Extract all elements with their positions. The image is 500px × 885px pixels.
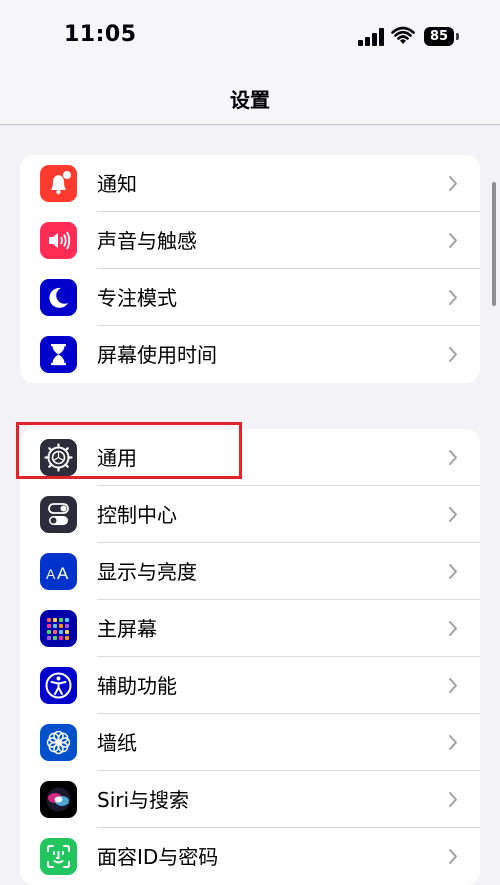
settings-row-label: 辅助功能: [97, 674, 177, 698]
status-time: 11:05: [64, 22, 137, 47]
settings-row-label: 屏幕使用时间: [97, 343, 217, 367]
siri-icon: [40, 781, 77, 818]
accessibility-icon: [40, 667, 77, 704]
text-size-icon: A A: [40, 553, 77, 590]
chevron-right-icon: [449, 621, 457, 636]
settings-group-1: 通知 声音与触感 专注模式 屏幕使用时间: [20, 155, 480, 383]
chevron-right-icon: [449, 347, 457, 362]
settings-group-2: 通用 控制中心 A A 显示与亮度 主屏幕 辅助功能 墙纸 Siri与搜索 面容…: [20, 429, 480, 885]
settings-row-label: 声音与触感: [97, 229, 197, 253]
chevron-right-icon: [449, 290, 457, 305]
settings-row-label: Siri与搜索: [97, 788, 190, 812]
toggles-icon: [40, 496, 77, 533]
wifi-icon: [391, 26, 415, 46]
settings-row-sounds[interactable]: 声音与触感: [20, 212, 480, 269]
chevron-right-icon: [449, 849, 457, 864]
face-id-icon: [40, 838, 77, 875]
settings-row-label: 主屏幕: [97, 617, 157, 641]
settings-row-label: 墙纸: [97, 731, 137, 755]
settings-row-display[interactable]: A A 显示与亮度: [20, 543, 480, 600]
navigation-bar: 设置: [0, 70, 500, 125]
flower-icon: [40, 724, 77, 761]
battery-nub: [456, 33, 459, 40]
signal-icon: [358, 28, 384, 46]
settings-row-accessibility[interactable]: 辅助功能: [20, 657, 480, 714]
svg-text:A: A: [46, 566, 56, 582]
settings-row-face-id[interactable]: 面容ID与密码: [20, 828, 480, 885]
chevron-right-icon: [449, 450, 457, 465]
chevron-right-icon: [449, 507, 457, 522]
app-grid-icon: [40, 610, 77, 647]
highlight-box: [16, 422, 242, 479]
speaker-icon: [40, 222, 77, 259]
settings-row-focus[interactable]: 专注模式: [20, 269, 480, 326]
page-title: 设置: [230, 88, 270, 112]
chevron-right-icon: [449, 564, 457, 579]
settings-row-home-screen[interactable]: 主屏幕: [20, 600, 480, 657]
moon-icon: [40, 279, 77, 316]
svg-text:A: A: [57, 564, 69, 583]
status-bar: 11:05 85: [0, 0, 500, 70]
settings-row-label: 通知: [97, 172, 137, 196]
bell-icon: [40, 165, 77, 202]
settings-row-notifications[interactable]: 通知: [20, 155, 480, 212]
chevron-right-icon: [449, 233, 457, 248]
battery-level: 85: [429, 29, 449, 44]
chevron-right-icon: [449, 792, 457, 807]
chevron-right-icon: [449, 176, 457, 191]
settings-row-siri[interactable]: Siri与搜索: [20, 771, 480, 828]
settings-row-wallpaper[interactable]: 墙纸: [20, 714, 480, 771]
settings-row-label: 控制中心: [97, 503, 177, 527]
scroll-indicator[interactable]: [492, 182, 496, 306]
hourglass-icon: [40, 336, 77, 373]
battery-icon: 85: [424, 27, 454, 46]
settings-row-label: 专注模式: [97, 286, 177, 310]
settings-row-label: 显示与亮度: [97, 560, 197, 584]
settings-row-label: 面容ID与密码: [97, 845, 219, 869]
settings-row-control-center[interactable]: 控制中心: [20, 486, 480, 543]
chevron-right-icon: [449, 678, 457, 693]
settings-row-screen-time[interactable]: 屏幕使用时间: [20, 326, 480, 383]
chevron-right-icon: [449, 735, 457, 750]
